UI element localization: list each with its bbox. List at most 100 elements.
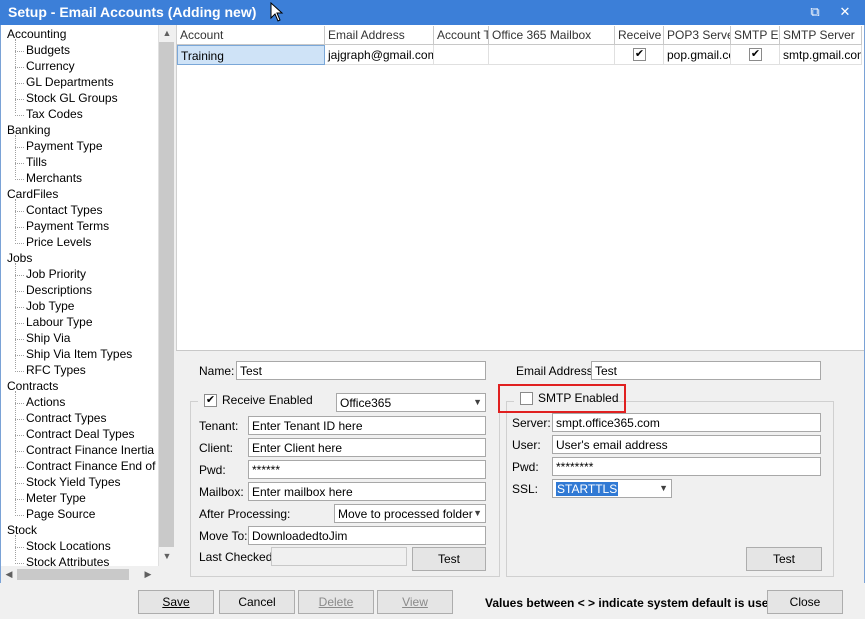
table-cell[interactable]: jajgraph@gmail.com — [325, 45, 434, 65]
email-address-label: Email Address: — [516, 364, 597, 378]
client-input[interactable]: Enter Client here — [248, 438, 486, 457]
tree-item[interactable]: Merchants — [26, 171, 82, 185]
tree-connector — [15, 275, 24, 276]
table-cell[interactable]: smtp.gmail.com — [780, 45, 862, 65]
restore-icon[interactable]: ⧉ — [806, 4, 824, 20]
tree-vertical-scroll-thumb[interactable] — [159, 42, 174, 547]
checkmark-icon[interactable]: ✔ — [633, 48, 646, 61]
tree-item[interactable]: Contract Deal Types — [26, 427, 135, 441]
tree-item[interactable]: Payment Terms — [26, 219, 109, 233]
client-label: Client: — [199, 441, 234, 455]
smtp-enabled-checkbox[interactable] — [520, 392, 533, 405]
tree-connector — [15, 163, 24, 164]
tree-connector — [15, 51, 24, 52]
close-icon[interactable]: ✕ — [836, 4, 854, 20]
tree-connector — [15, 339, 24, 340]
table-cell[interactable]: ✔ — [615, 45, 664, 65]
user-input[interactable]: User's email address — [552, 435, 821, 454]
server-input[interactable]: smpt.office365.com — [552, 413, 821, 432]
scroll-left-arrow-icon[interactable]: ◀ — [2, 569, 16, 580]
column-header[interactable]: Office 365 Mailbox — [489, 26, 615, 45]
tree-item[interactable]: Contract Types — [26, 411, 106, 425]
after-processing-select[interactable]: Move to processed folder ▼ — [334, 504, 486, 523]
mailbox-input[interactable]: Enter mailbox here — [248, 482, 486, 501]
after-processing-label: After Processing: — [199, 507, 291, 521]
tree-item[interactable]: Contact Types — [26, 203, 103, 217]
tree-item[interactable]: Stock GL Groups — [26, 91, 118, 105]
name-input[interactable]: Test — [236, 361, 486, 380]
move-to-input[interactable]: DownloadedtoJim — [248, 526, 486, 545]
tree-item[interactable]: Actions — [26, 395, 65, 409]
setup-tree[interactable]: Accounting Budgets Currency GL Departments S… — [1, 25, 158, 566]
smtp-test-button[interactable]: Test — [746, 547, 822, 571]
tree-connector — [15, 199, 16, 241]
close-button[interactable]: Close — [767, 590, 843, 614]
save-button[interactable]: Save — [138, 590, 214, 614]
receive-type-value: Office365 — [340, 396, 392, 410]
tree-item[interactable]: Job Priority — [26, 267, 86, 281]
tree-horizontal-scroll-thumb[interactable] — [17, 569, 129, 580]
chevron-down-icon: ▼ — [473, 508, 482, 518]
tree-item[interactable]: RFC Types — [26, 363, 86, 377]
tree-item[interactable]: Page Source — [26, 507, 95, 521]
column-header[interactable]: Account Ty — [434, 26, 489, 45]
tree-item[interactable]: Price Levels — [26, 235, 91, 249]
tree-item[interactable]: Contract Finance Inertia — [26, 443, 154, 457]
column-header[interactable]: SMTP Ena — [731, 26, 780, 45]
tree-category[interactable]: Banking — [7, 123, 50, 137]
table-cell[interactable] — [489, 45, 615, 65]
table-cell[interactable]: pop.gmail.com — [664, 45, 731, 65]
accounts-grid[interactable] — [176, 25, 864, 350]
table-cell[interactable]: Training — [177, 45, 325, 65]
tree-connector — [15, 563, 24, 564]
cancel-button[interactable]: Cancel — [219, 590, 295, 614]
tree-connector — [15, 99, 24, 100]
tree-item[interactable]: Currency — [26, 59, 75, 73]
checkmark-icon[interactable]: ✔ — [749, 48, 762, 61]
after-processing-value: Move to processed folder — [338, 507, 473, 521]
column-header[interactable]: SMTP Server — [780, 26, 862, 45]
column-header[interactable]: POP3 Server — [664, 26, 731, 45]
tree-connector — [15, 67, 24, 68]
tree-item[interactable]: Stock Yield Types — [26, 475, 121, 489]
table-cell[interactable]: ✔ — [731, 45, 780, 65]
move-to-label: Move To: — [199, 529, 248, 543]
tree-category[interactable]: Jobs — [7, 251, 32, 265]
receive-enabled-checkbox[interactable]: ✔ — [204, 394, 217, 407]
tree-item[interactable]: Budgets — [26, 43, 70, 57]
chevron-down-icon: ▼ — [659, 483, 668, 493]
tree-item[interactable]: Descriptions — [26, 283, 92, 297]
ssl-select[interactable]: STARTTLS ▼ — [552, 479, 672, 498]
column-header[interactable]: Account — [177, 26, 325, 45]
tree-item[interactable]: Contract Finance End of Te — [26, 459, 158, 473]
receive-test-button[interactable]: Test — [412, 547, 486, 571]
tree-item[interactable]: Stock Locations — [26, 539, 111, 553]
tenant-input[interactable]: Enter Tenant ID here — [248, 416, 486, 435]
window-title: Setup - Email Accounts (Adding new) — [8, 4, 257, 20]
tree-item[interactable]: Labour Type — [26, 315, 93, 329]
table-cell[interactable] — [434, 45, 489, 65]
scroll-up-arrow-icon[interactable]: ▲ — [160, 28, 174, 38]
tree-connector — [15, 371, 24, 372]
tree-item[interactable]: Tills — [26, 155, 47, 169]
scroll-right-arrow-icon[interactable]: ▶ — [141, 569, 155, 580]
pwd-input[interactable]: ****** — [248, 460, 486, 479]
tree-item[interactable]: GL Departments — [26, 75, 114, 89]
email-address-input[interactable]: Test — [591, 361, 821, 380]
tree-item[interactable]: Payment Type — [26, 139, 103, 153]
tree-item[interactable]: Ship Via — [26, 331, 70, 345]
tree-item[interactable]: Tax Codes — [26, 107, 83, 121]
tree-item[interactable]: Ship Via Item Types — [26, 347, 132, 361]
tree-item[interactable]: Job Type — [26, 299, 74, 313]
tree-item[interactable]: Stock Attributes — [26, 555, 109, 566]
tree-item[interactable]: Meter Type — [26, 491, 86, 505]
column-header[interactable]: Email Address — [325, 26, 434, 45]
tree-category[interactable]: Stock — [7, 523, 37, 537]
tree-connector — [15, 535, 16, 561]
column-header[interactable]: Receive E — [615, 26, 664, 45]
pwd-label: Pwd: — [199, 463, 226, 477]
smtp-pwd-input[interactable]: ******** — [552, 457, 821, 476]
scroll-down-arrow-icon[interactable]: ▼ — [160, 551, 174, 561]
receive-type-select[interactable]: Office365 ▼ — [336, 393, 486, 412]
view-button-label: View — [402, 595, 428, 609]
